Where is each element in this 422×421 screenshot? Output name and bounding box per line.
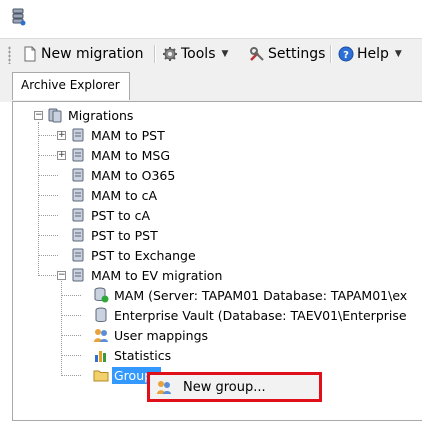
tab-strip: Archive Explorer: [0, 68, 422, 102]
server-icon: [72, 188, 84, 202]
servers-icon: [48, 108, 62, 123]
tree-connector: [61, 315, 81, 316]
chevron-down-icon: ▼: [394, 49, 402, 59]
tree-item-label: MAM to cA: [91, 187, 158, 203]
tree-connector: [38, 155, 58, 156]
chevron-down-icon: ▼: [221, 49, 229, 59]
settings-label: Settings: [268, 46, 326, 62]
new-group-label: New group...: [183, 379, 266, 395]
tree-item-label: PST to PST: [91, 227, 158, 243]
tree-item-label: MAM to MSG: [91, 147, 171, 163]
tree-connector: [38, 195, 58, 196]
tree-item-label: MAM (Server: TAPAM01 Database: TAPAM01\e…: [114, 287, 408, 303]
new-group-menu-item[interactable]: New group...: [152, 377, 317, 397]
tree-connector: [61, 335, 81, 336]
tree-item-pst-to-pst[interactable]: PST to PST: [70, 225, 160, 245]
tree-item-label: Enterprise Vault (Database: TAEV01\Enter…: [114, 307, 407, 323]
tree-connector: [38, 122, 39, 274]
tree-item-mam-to-msg[interactable]: MAM to MSG: [70, 145, 172, 165]
gear-icon: [163, 47, 177, 61]
server-icon: [72, 128, 84, 142]
server-icon: [72, 208, 84, 222]
svg-text:?: ?: [343, 50, 349, 61]
collapse-toggle[interactable]: −: [57, 271, 66, 280]
tab-archive-explorer[interactable]: Archive Explorer: [12, 72, 130, 100]
database-check-icon: [94, 287, 109, 303]
tree-item-label: MAM to O365: [91, 167, 176, 183]
tab-archive-explorer-label: Archive Explorer: [21, 78, 120, 92]
toolbar-separator: [330, 45, 332, 63]
toolbar-separator: [154, 45, 156, 63]
tree-connector: [61, 274, 62, 374]
tree-item-mam-to-ev-migration[interactable]: MAM to EV migration: [70, 265, 224, 285]
tree-item-label: MAM to EV migration: [91, 267, 223, 283]
wrench-screwdriver-icon: [250, 47, 264, 61]
tools-menu-button[interactable]: Tools ▼: [162, 43, 228, 65]
tree-connector: [38, 135, 58, 136]
expand-toggle[interactable]: +: [57, 151, 66, 160]
tree-item-mam-to-o365[interactable]: MAM to O365: [70, 165, 177, 185]
new-migration-button[interactable]: New migration: [22, 43, 144, 65]
new-group-icon: [157, 381, 171, 394]
server-icon: [72, 168, 84, 182]
tree-item-mam-to-ca[interactable]: MAM to cA: [70, 185, 159, 205]
tree-item-label: PST to cA: [91, 207, 151, 223]
tree-connector: [38, 235, 58, 236]
help-menu-button[interactable]: ? Help ▼: [338, 43, 402, 65]
server-icon: [72, 148, 84, 162]
toolbar-grip[interactable]: [8, 46, 11, 64]
server-icon: [72, 248, 84, 262]
toolbar: New migration Tools ▼ Settings ? Help ▼: [0, 38, 422, 69]
settings-button[interactable]: Settings: [249, 43, 325, 65]
tree-connector: [38, 175, 58, 176]
help-label: Help: [357, 46, 389, 62]
tree-item-user-mappings[interactable]: User mappings: [93, 325, 210, 345]
tree-item-label: Migrations: [68, 107, 134, 123]
tree-connector: [38, 255, 58, 256]
expand-toggle[interactable]: +: [57, 131, 66, 140]
database-icon: [95, 307, 107, 322]
tree-item-statistics[interactable]: Statistics: [93, 345, 173, 365]
new-migration-label: New migration: [41, 46, 144, 62]
tree-item-label: Statistics: [114, 347, 172, 363]
tree-item-migrations[interactable]: Migrations: [47, 105, 135, 125]
tree-item-label: User mappings: [114, 327, 209, 343]
tree-item-pst-to-exchange[interactable]: PST to Exchange: [70, 245, 198, 265]
server-icon: [72, 228, 84, 242]
context-menu: New group...: [147, 372, 322, 402]
tree-connector: [38, 275, 58, 276]
title-bar: [0, 0, 422, 38]
tree-connector: [38, 215, 58, 216]
server-icon: [72, 268, 84, 282]
help-icon: ?: [338, 46, 354, 62]
users-icon: [94, 329, 108, 342]
new-document-icon: [24, 46, 36, 62]
tools-label: Tools: [181, 46, 216, 62]
tree-item-label: PST to Exchange: [91, 247, 196, 263]
tree-connector: [61, 375, 81, 376]
folder-icon: [93, 370, 109, 382]
app-database-icon: [12, 8, 26, 26]
tree-item-label: MAM to PST: [91, 127, 165, 143]
tree-item-mam-to-pst[interactable]: MAM to PST: [70, 125, 167, 145]
tree-item-pst-to-ca[interactable]: PST to cA: [70, 205, 152, 225]
bar-chart-icon: [95, 351, 106, 362]
tree-item-enterprise-vault[interactable]: Enterprise Vault (Database: TAEV01\Enter…: [93, 305, 409, 325]
tree-item-mam-server[interactable]: MAM (Server: TAPAM01 Database: TAPAM01\e…: [93, 285, 409, 305]
collapse-toggle[interactable]: −: [34, 111, 43, 120]
tree-connector: [61, 355, 81, 356]
tree-connector: [61, 295, 81, 296]
